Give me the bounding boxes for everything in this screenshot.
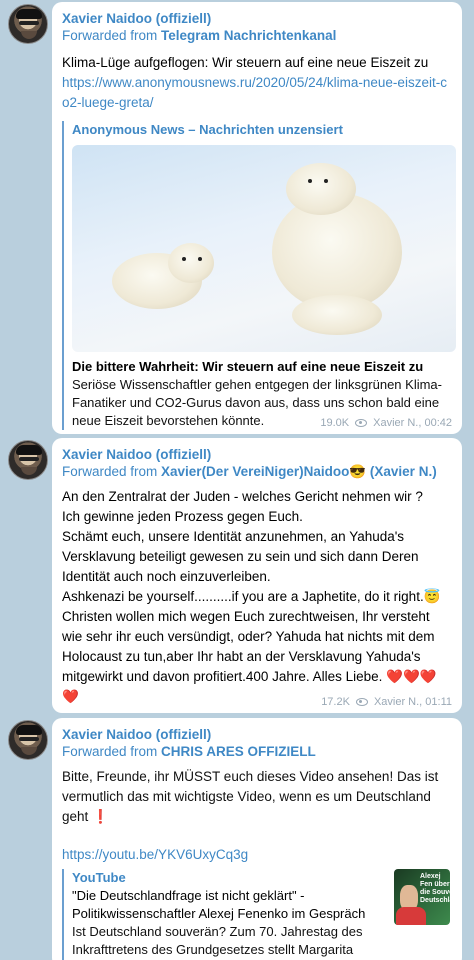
message-bubble: Xavier Naidoo (offiziell) Forwarded from… — [52, 718, 462, 960]
text-line: Ashkenazi be yourself..........if you ar… — [62, 589, 441, 604]
sender-name[interactable]: Xavier Naidoo (offiziell) — [62, 446, 450, 463]
preview-title: Die bittere Wahrheit: Wir steuern auf ei… — [72, 359, 424, 374]
forwarded-channel-link[interactable]: CHRIS ARES OFFIZIELL — [161, 744, 316, 759]
text-line: An den Zentralrat der Juden - welches Ge… — [62, 489, 423, 504]
message-link[interactable]: https://youtu.be/YKV6UxyCq3g — [62, 845, 450, 865]
forwarded-channel-link[interactable]: Telegram Nachrichtenkanal — [161, 28, 336, 43]
thumbnail-caption: Alexej Fen über die Souve Deutschla — [420, 873, 450, 904]
message-bubble: Xavier Naidoo (offiziell) Forwarded from… — [52, 438, 462, 713]
view-count: 17.2K — [321, 696, 350, 708]
sender-avatar[interactable] — [8, 4, 48, 44]
message-text: An den Zentralrat der Juden - welches Ge… — [62, 487, 450, 707]
view-count: 19.0K — [320, 417, 350, 429]
forwarded-from: Forwarded from CHRIS ARES OFFIZIELL — [62, 744, 316, 759]
preview-title-line: "Die Deutschlandfrage ist nicht geklärt"… — [72, 888, 366, 921]
message-meta: 17.2K Xavier N., 01:11 — [321, 696, 452, 708]
author-time: Xavier N., 00:42 — [373, 417, 452, 429]
message-link[interactable]: https://www.anonymousnews.ru/2020/05/24/… — [62, 73, 450, 113]
eye-icon — [355, 419, 368, 427]
sender-avatar[interactable] — [8, 720, 48, 760]
message-text: Bitte, Freunde, ihr MÜSST euch dieses Vi… — [62, 769, 439, 824]
sender-name[interactable]: Xavier Naidoo (offiziell) — [62, 10, 450, 27]
sender-name[interactable]: Xavier Naidoo (offiziell) — [62, 726, 450, 743]
forwarded-from: Forwarded from Telegram Nachrichtenkanal — [62, 28, 337, 43]
preview-thumbnail[interactable]: Alexej Fen über die Souve Deutschla — [394, 869, 450, 925]
text-line: Christen wollen mich wegen Euch zurechtw… — [62, 609, 437, 704]
author-time: Xavier N., 01:11 — [373, 696, 452, 708]
message-bubble: Xavier Naidoo (offiziell) Forwarded from… — [52, 2, 462, 434]
link-preview[interactable]: YouTube "Die Deutschlandfrage ist nicht … — [62, 869, 450, 960]
preview-image[interactable] — [72, 145, 456, 352]
preview-site-name: YouTube — [72, 870, 126, 885]
preview-description: Ist Deutschland souverän? Zum 70. Jahres… — [72, 924, 363, 957]
forwarded-channel-link[interactable]: Xavier(Der VereiNiger)Naidoo😎 (Xavier N.… — [161, 464, 437, 479]
message-meta: 19.0K Xavier N., 00:42 — [320, 417, 452, 429]
preview-site-name: Anonymous News – Nachrichten unzensiert — [72, 122, 343, 137]
sender-avatar[interactable] — [8, 440, 48, 480]
text-line: Ich gewinne jeden Prozess gegen Euch. — [62, 509, 303, 524]
eye-icon — [355, 698, 368, 706]
forwarded-from: Forwarded from Xavier(Der VereiNiger)Nai… — [62, 464, 437, 479]
link-preview[interactable]: Anonymous News – Nachrichten unzensiert … — [62, 121, 456, 430]
text-line: Schämt euch, unsere Identität anzunehmen… — [62, 529, 419, 584]
message-text: Klima-Lüge aufgeflogen: Wir steuern auf … — [62, 55, 429, 70]
